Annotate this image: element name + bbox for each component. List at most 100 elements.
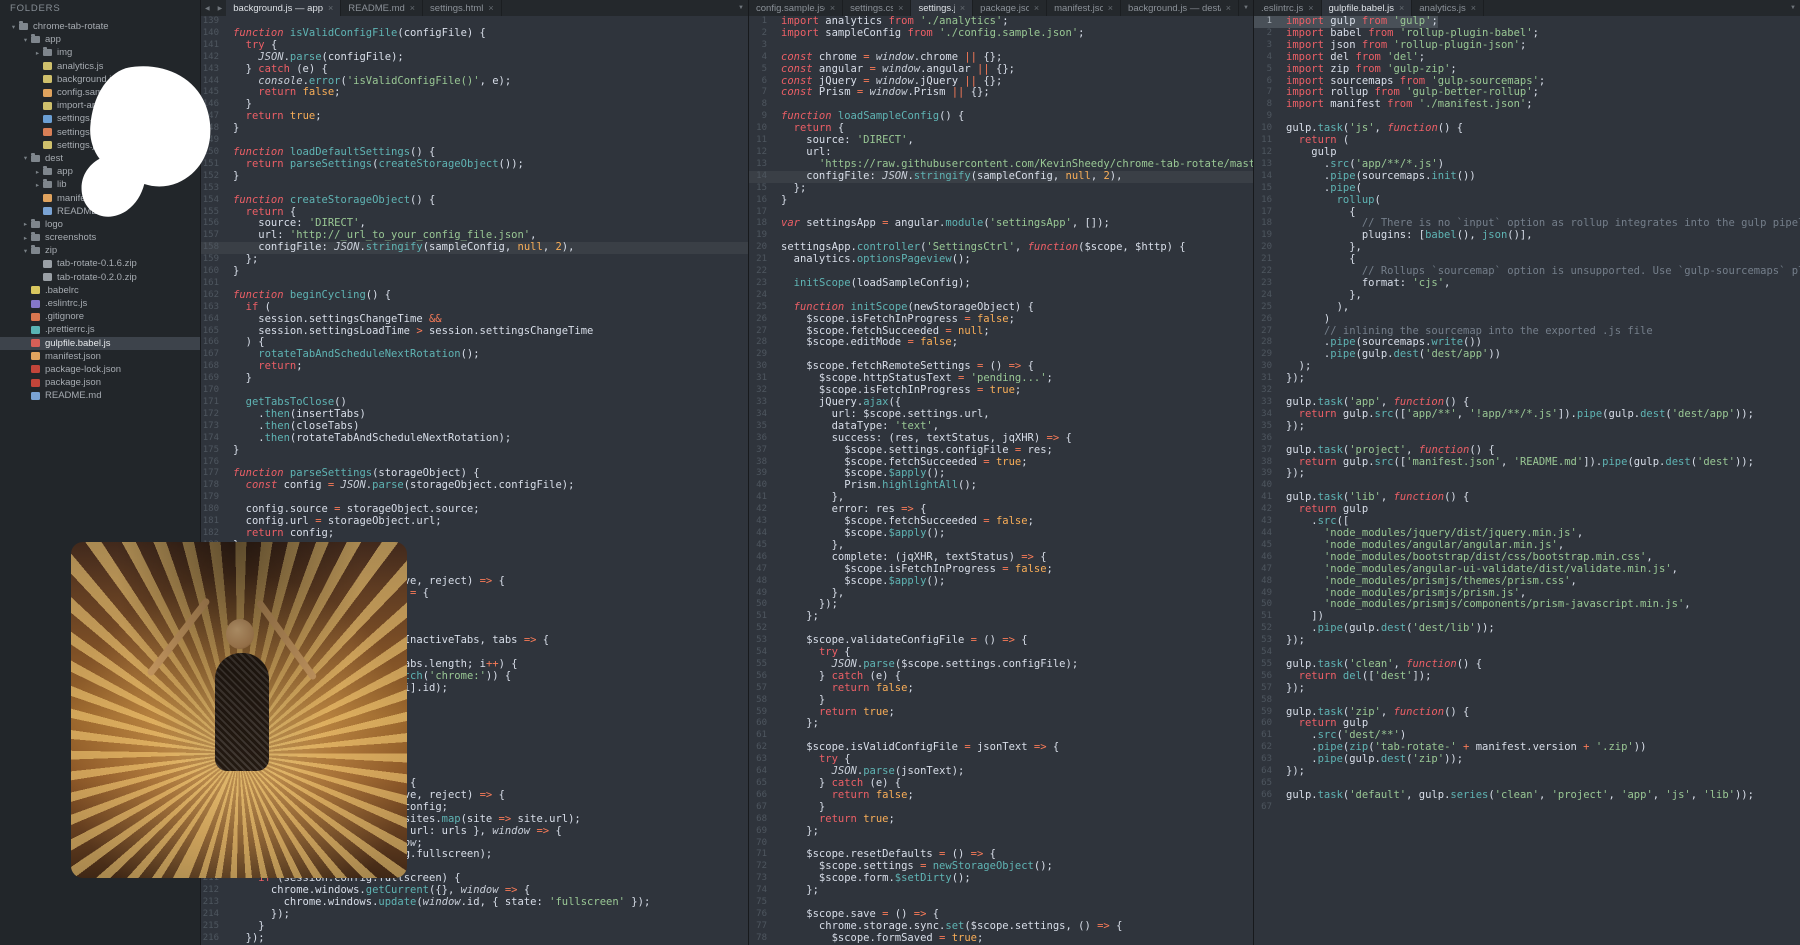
tab-settings.html[interactable]: settings.html×	[423, 0, 502, 16]
disclosure-closed-icon[interactable]: ▸	[32, 168, 43, 176]
tree-item-.prettierrc.js[interactable]: .prettierrc.js	[0, 323, 200, 336]
tab-close-icon[interactable]: ×	[1471, 3, 1476, 13]
tab-scroll-left-icon[interactable]: ◀	[201, 0, 214, 16]
code-line-26[interactable]: 26 $scope.isFetchInProgress = false;	[749, 314, 1253, 326]
code-line-14[interactable]: 14 configFile: JSON.stringify(sampleConf…	[749, 171, 1253, 183]
disclosure-open-icon[interactable]: ▾	[8, 23, 19, 31]
code-line-35[interactable]: 35});	[1254, 421, 1800, 433]
code-line-53[interactable]: 53});	[1254, 635, 1800, 647]
code-line-23[interactable]: 23 initScope(loadSampleConfig);	[749, 278, 1253, 290]
tab-readme.md[interactable]: README.md×	[341, 0, 423, 16]
disclosure-open-icon[interactable]: ▾	[20, 154, 31, 162]
tab-close-icon[interactable]: ×	[1034, 3, 1039, 13]
tab-settings.css[interactable]: settings.css×	[843, 0, 911, 16]
code-line-69[interactable]: 69 };	[749, 826, 1253, 838]
tab-background.js-app[interactable]: background.js — app×	[226, 0, 341, 16]
code-line-59[interactable]: 59 return true;	[749, 707, 1253, 719]
code-line-163[interactable]: 163 if (	[201, 302, 748, 314]
code-line-46[interactable]: 46 complete: (jqXHR, textStatus) => {	[749, 552, 1253, 564]
code-line-64[interactable]: 64});	[1254, 766, 1800, 778]
disclosure-closed-icon[interactable]: ▸	[32, 181, 43, 189]
code-line-214[interactable]: 214 });	[201, 909, 748, 921]
tab-close-icon[interactable]: ×	[1226, 3, 1231, 13]
code-line-16[interactable]: 16}	[749, 195, 1253, 207]
tab-overflow-icon[interactable]: ▼	[1786, 0, 1800, 16]
tab-close-icon[interactable]: ×	[328, 3, 333, 13]
code-line-35[interactable]: 35 dataType: 'text',	[749, 421, 1253, 433]
code-line-164[interactable]: 164 session.settingsChangeTime &&	[201, 314, 748, 326]
code-line-215[interactable]: 215 }	[201, 921, 748, 933]
code-line-4[interactable]: 4import del from 'del';	[1254, 52, 1800, 64]
code-line-152[interactable]: 152}	[201, 171, 748, 183]
code-line-51[interactable]: 51 };	[749, 611, 1253, 623]
tab-close-icon[interactable]: ×	[1308, 3, 1313, 13]
tab-background.js-dest-app[interactable]: background.js — dest/app×	[1121, 0, 1239, 16]
code-line-68[interactable]: 68 return true;	[749, 814, 1253, 826]
code-line-24[interactable]: 24 },	[1254, 290, 1800, 302]
tab-settings.js[interactable]: settings.js×	[911, 0, 973, 16]
code-area-middle[interactable]: 1import analytics from './analytics';2im…	[749, 16, 1253, 945]
code-line-78[interactable]: 78 $scope.formSaved = true;	[749, 933, 1253, 945]
tab-close-icon[interactable]: ×	[1108, 3, 1113, 13]
tree-item-tab-rotate-0.1.6.zip[interactable]: tab-rotate-0.1.6.zip	[0, 257, 200, 270]
code-line-39[interactable]: 39});	[1254, 468, 1800, 480]
disclosure-closed-icon[interactable]: ▸	[20, 220, 31, 228]
code-line-57[interactable]: 57 return false;	[749, 683, 1253, 695]
code-line-158[interactable]: 158 configFile: JSON.stringify(sampleCon…	[201, 242, 748, 254]
code-line-28[interactable]: 28 $scope.editMode = false;	[749, 337, 1253, 349]
code-area-right[interactable]: 1import gulp from 'gulp';2import babel f…	[1254, 16, 1800, 945]
tree-item-package-lock.json[interactable]: package-lock.json	[0, 363, 200, 376]
tree-item-logo[interactable]: ▸logo	[0, 218, 200, 231]
code-line-66[interactable]: 66gulp.task('default', gulp.series('clea…	[1254, 790, 1800, 802]
code-line-145[interactable]: 145 return false;	[201, 87, 748, 99]
code-line-50[interactable]: 50 });	[749, 599, 1253, 611]
code-line-162[interactable]: 162function beginCycling() {	[201, 290, 748, 302]
code-line-160[interactable]: 160}	[201, 266, 748, 278]
tab-close-icon[interactable]: ×	[830, 3, 835, 13]
code-line-148[interactable]: 148}	[201, 123, 748, 135]
code-line-15[interactable]: 15 };	[749, 183, 1253, 195]
code-line-48[interactable]: 48 $scope.$apply();	[749, 576, 1253, 588]
tree-item-img[interactable]: ▸img	[0, 46, 200, 59]
tree-item-gulpfile.babel.js[interactable]: gulpfile.babel.js	[0, 337, 200, 350]
tab-package.json[interactable]: package.json×	[973, 0, 1047, 16]
code-line-29[interactable]: 29 .pipe(gulp.dest('dest/app'))	[1254, 349, 1800, 361]
code-line-38[interactable]: 38 return gulp.src(['manifest.json', 'RE…	[1254, 457, 1800, 469]
code-line-169[interactable]: 169 }	[201, 373, 748, 385]
code-line-13[interactable]: 13 'https://raw.githubusercontent.com/Ke…	[749, 159, 1253, 171]
code-line-77[interactable]: 77 chrome.storage.sync.set($scope.settin…	[749, 921, 1253, 933]
code-line-16[interactable]: 16 rollup(	[1254, 195, 1800, 207]
code-line-63[interactable]: 63 .pipe(gulp.dest('zip'));	[1254, 754, 1800, 766]
code-line-2[interactable]: 2import sampleConfig from './config.samp…	[749, 28, 1253, 40]
code-line-47[interactable]: 47 $scope.isFetchInProgress = false;	[749, 564, 1253, 576]
code-line-3[interactable]: 3	[749, 40, 1253, 52]
code-line-74[interactable]: 74 };	[749, 885, 1253, 897]
code-line-56[interactable]: 56 return del(['dest']);	[1254, 671, 1800, 683]
tab-.eslintrc.js[interactable]: .eslintrc.js×	[1254, 0, 1322, 16]
code-line-216[interactable]: 216 });	[201, 933, 748, 945]
tree-item-screenshots[interactable]: ▸screenshots	[0, 231, 200, 244]
code-line-45[interactable]: 45 },	[749, 540, 1253, 552]
disclosure-open-icon[interactable]: ▾	[20, 36, 31, 44]
code-line-56[interactable]: 56 } catch (e) {	[749, 671, 1253, 683]
code-line-60[interactable]: 60 };	[749, 718, 1253, 730]
disclosure-open-icon[interactable]: ▾	[20, 247, 31, 255]
code-line-57[interactable]: 57});	[1254, 683, 1800, 695]
code-line-159[interactable]: 159 };	[201, 254, 748, 266]
code-line-8[interactable]: 8import manifest from './manifest.json';	[1254, 99, 1800, 111]
tree-item-.gitignore[interactable]: .gitignore	[0, 310, 200, 323]
code-line-168[interactable]: 168 return;	[201, 361, 748, 373]
code-line-3[interactable]: 3import json from 'rollup-plugin-json';	[1254, 40, 1800, 52]
code-line-182[interactable]: 182 return config;	[201, 528, 748, 540]
tree-item-.eslintrc.js[interactable]: .eslintrc.js	[0, 297, 200, 310]
code-line-34[interactable]: 34 return gulp.src(['app/**', '!app/**/*…	[1254, 409, 1800, 421]
tab-overflow-icon[interactable]: ▼	[734, 0, 748, 16]
code-line-147[interactable]: 147 return true;	[201, 111, 748, 123]
code-line-165[interactable]: 165 session.settingsLoadTime > session.s…	[201, 326, 748, 338]
code-line-4[interactable]: 4const chrome = window.chrome || {};	[749, 52, 1253, 64]
tab-gulpfile.babel.js[interactable]: gulpfile.babel.js×	[1322, 0, 1413, 16]
tab-close-icon[interactable]: ×	[488, 3, 493, 13]
code-line-50[interactable]: 50 'node_modules/prismjs/components/pris…	[1254, 599, 1800, 611]
tab-close-icon[interactable]: ×	[960, 3, 965, 13]
code-line-31[interactable]: 31});	[1254, 373, 1800, 385]
